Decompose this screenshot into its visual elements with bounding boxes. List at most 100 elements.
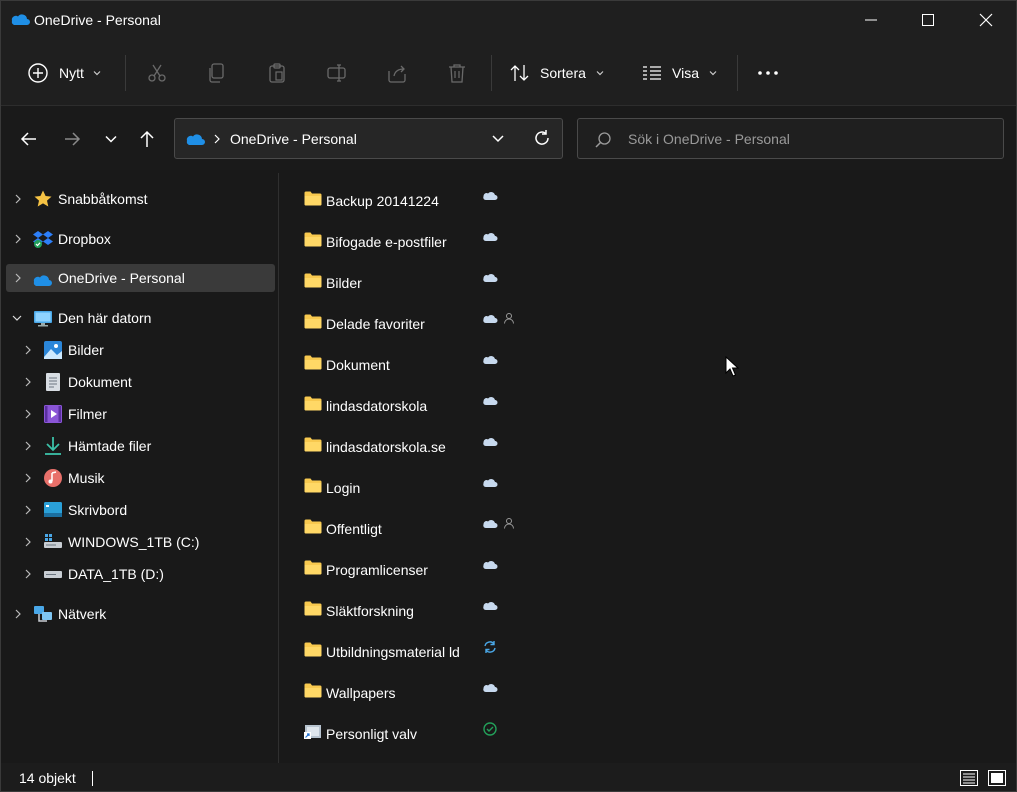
sidebar-item-downloads[interactable]: Hämtade filer xyxy=(6,432,275,460)
breadcrumb-onedrive[interactable]: OneDrive - Personal xyxy=(230,131,357,147)
folder-item[interactable]: Backup 20141224 xyxy=(300,187,540,213)
sidebar-item-onedrive[interactable]: OneDrive - Personal xyxy=(6,264,275,292)
folder-icon xyxy=(304,273,322,288)
sidebar-item-this-pc[interactable]: Den här datorn xyxy=(6,304,275,332)
sidebar-item-desktop[interactable]: Skrivbord xyxy=(6,496,275,524)
sidebar-item-label: Nätverk xyxy=(58,606,107,622)
cloud-only-icon xyxy=(483,437,498,447)
large-icons-view-button[interactable] xyxy=(986,767,1008,789)
search-box[interactable]: Sök i OneDrive - Personal xyxy=(577,118,1004,159)
minimize-button[interactable] xyxy=(841,1,901,39)
sidebar-item-documents[interactable]: Dokument xyxy=(6,368,275,396)
mouse-cursor-icon xyxy=(725,356,739,377)
folder-item[interactable]: Login xyxy=(300,474,540,500)
recent-locations-button[interactable] xyxy=(96,124,126,154)
chevron-right-icon[interactable] xyxy=(23,345,33,355)
desktop-icon xyxy=(44,502,62,517)
cloud-only-icon xyxy=(483,232,498,242)
breadcrumb-chevron-icon xyxy=(214,134,220,144)
back-button[interactable] xyxy=(14,124,44,154)
cloud-only-icon xyxy=(483,560,498,570)
folder-item[interactable]: Släktforskning xyxy=(300,597,540,623)
shortcut-item[interactable]: Personligt valv xyxy=(300,720,540,746)
sort-button[interactable]: Sortera xyxy=(509,55,605,91)
paste-button[interactable] xyxy=(266,55,288,91)
sidebar-item-drive-c[interactable]: WINDOWS_1TB (C:) xyxy=(6,528,275,556)
plus-circle-icon xyxy=(28,63,48,83)
chevron-right-icon[interactable] xyxy=(23,505,33,515)
chevron-down-icon xyxy=(105,135,117,143)
chevron-right-icon[interactable] xyxy=(23,473,33,483)
view-button[interactable]: Visa xyxy=(641,55,718,91)
address-bar[interactable]: OneDrive - Personal xyxy=(174,118,563,159)
cut-button[interactable] xyxy=(146,55,168,91)
sidebar-item-label: DATA_1TB (D:) xyxy=(68,566,164,582)
view-list-icon xyxy=(643,66,661,80)
folder-icon xyxy=(304,560,322,575)
sidebar-item-dropbox[interactable]: Dropbox xyxy=(6,225,275,253)
folder-icon xyxy=(304,355,322,370)
file-name: lindasdatorskola.se xyxy=(326,439,446,455)
close-button[interactable] xyxy=(956,1,1016,39)
details-view-icon xyxy=(960,770,978,786)
item-count: 14 objekt xyxy=(19,770,76,786)
sidebar-item-label: OneDrive - Personal xyxy=(58,270,185,286)
chevron-right-icon[interactable] xyxy=(23,377,33,387)
file-name: Wallpapers xyxy=(326,685,396,701)
pane-divider[interactable] xyxy=(278,173,279,763)
chevron-right-icon[interactable] xyxy=(23,569,33,579)
chevron-right-icon[interactable] xyxy=(23,409,33,419)
chevron-right-icon[interactable] xyxy=(13,609,23,619)
chevron-down-icon xyxy=(93,71,101,76)
explorer-window: OneDrive - Personal Nytt Sortera Visa On… xyxy=(0,0,1017,792)
chevron-right-icon[interactable] xyxy=(13,194,23,204)
rename-icon xyxy=(327,64,346,82)
chevron-down-icon[interactable] xyxy=(491,133,505,145)
downloads-icon xyxy=(45,437,61,455)
delete-button[interactable] xyxy=(446,55,468,91)
folder-item[interactable]: Wallpapers xyxy=(300,679,540,705)
folder-icon xyxy=(304,232,322,247)
sidebar-item-pictures[interactable]: Bilder xyxy=(6,336,275,364)
more-button[interactable] xyxy=(757,55,779,91)
copy-button[interactable] xyxy=(206,55,228,91)
maximize-button[interactable] xyxy=(898,1,958,39)
sidebar-item-drive-d[interactable]: DATA_1TB (D:) xyxy=(6,560,275,588)
rename-button[interactable] xyxy=(326,55,348,91)
forward-button[interactable] xyxy=(57,124,87,154)
sidebar-item-music[interactable]: Musik xyxy=(6,464,275,492)
share-icon xyxy=(388,65,406,83)
folder-item[interactable]: Dokument xyxy=(300,351,540,377)
folder-item[interactable]: Offentligt xyxy=(300,515,540,541)
refresh-icon[interactable] xyxy=(533,129,551,147)
close-icon xyxy=(979,13,993,27)
folder-item[interactable]: lindasdatorskola xyxy=(300,392,540,418)
folder-item[interactable]: Delade favoriter xyxy=(300,310,540,336)
details-view-button[interactable] xyxy=(958,767,980,789)
sidebar-item-videos[interactable]: Filmer xyxy=(6,400,275,428)
music-icon xyxy=(44,469,62,487)
new-button[interactable]: Nytt xyxy=(27,55,102,91)
chevron-right-icon[interactable] xyxy=(23,441,33,451)
available-offline-icon xyxy=(483,722,497,736)
folder-item[interactable]: Bilder xyxy=(300,269,540,295)
chevron-down-icon[interactable] xyxy=(12,313,22,323)
onedrive-icon xyxy=(186,134,205,146)
folder-item[interactable]: Programlicenser xyxy=(300,556,540,582)
large-icons-view-icon xyxy=(988,770,1006,786)
share-button[interactable] xyxy=(386,55,408,91)
cloud-only-icon xyxy=(483,273,498,283)
paste-icon xyxy=(269,63,285,83)
folder-item[interactable]: Bifogade e-postfiler xyxy=(300,228,540,254)
file-name: Utbildningsmaterial ld xyxy=(326,644,460,660)
sidebar-item-network[interactable]: Nätverk xyxy=(6,600,275,628)
up-button[interactable] xyxy=(132,124,162,154)
folder-item[interactable]: lindasdatorskola.se xyxy=(300,433,540,459)
dropbox-icon xyxy=(33,231,53,248)
more-icon xyxy=(758,71,778,75)
chevron-right-icon[interactable] xyxy=(23,537,33,547)
chevron-right-icon[interactable] xyxy=(13,234,23,244)
sidebar-item-quick-access[interactable]: Snabbåtkomst xyxy=(6,185,275,213)
folder-item[interactable]: Utbildningsmaterial ld xyxy=(300,638,540,664)
chevron-right-icon[interactable] xyxy=(13,273,23,283)
